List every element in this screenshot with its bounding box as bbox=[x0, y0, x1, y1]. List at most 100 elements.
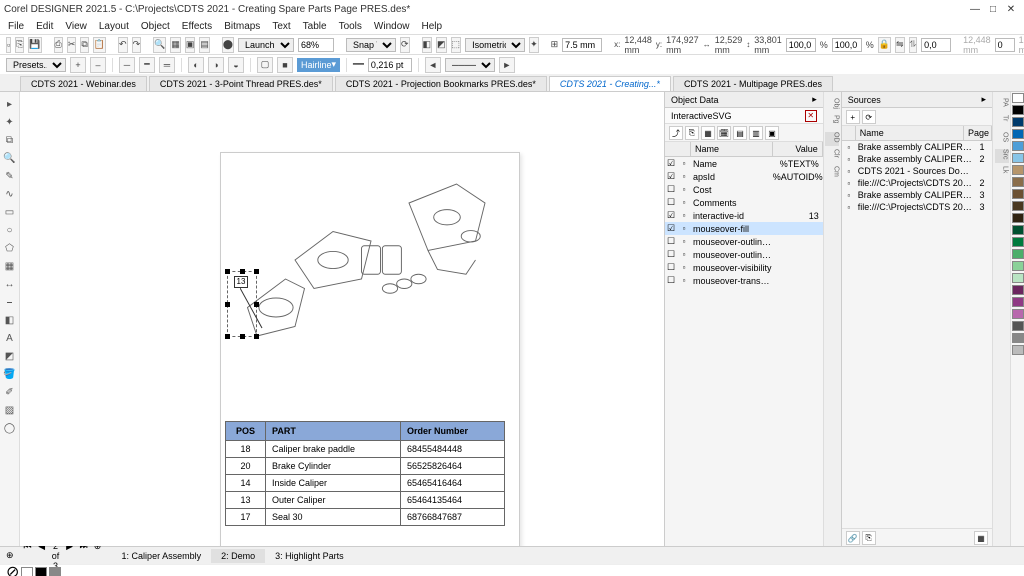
color-swatch[interactable] bbox=[1012, 201, 1024, 211]
panel-close-icon[interactable]: ▸ bbox=[981, 94, 986, 105]
color-swatch[interactable] bbox=[1012, 285, 1024, 295]
line-style-2-icon[interactable]: ━ bbox=[139, 57, 155, 73]
menu-bitmaps[interactable]: Bitmaps bbox=[224, 21, 260, 32]
checkbox[interactable]: ☑ bbox=[665, 158, 677, 169]
color-swatch[interactable] bbox=[1012, 177, 1024, 187]
dimension-tool-icon[interactable]: ↔ bbox=[2, 276, 18, 292]
od-tool-2-icon[interactable]: ⎘ bbox=[685, 126, 699, 140]
menu-help[interactable]: Help bbox=[422, 21, 443, 32]
menu-object[interactable]: Object bbox=[141, 21, 170, 32]
od-tool-7-icon[interactable]: ▣ bbox=[765, 126, 779, 140]
color-swatch[interactable] bbox=[1012, 297, 1024, 307]
zoom-input[interactable] bbox=[298, 38, 334, 52]
undo-icon[interactable]: ↶ bbox=[118, 37, 128, 53]
clear-data-icon[interactable]: ✕ bbox=[805, 110, 817, 122]
document-tab[interactable]: CDTS 2021 - 3-Point Thread PRES.des* bbox=[149, 76, 333, 91]
maximize-button[interactable]: □ bbox=[984, 4, 1002, 15]
checkbox[interactable]: ☐ bbox=[665, 275, 677, 286]
lock-icon[interactable]: 🔒 bbox=[878, 37, 891, 53]
hairline-dropdown[interactable]: Hairline ▾ bbox=[297, 58, 340, 72]
color-swatch[interactable] bbox=[35, 567, 47, 576]
document-tab[interactable]: CDTS 2021 - Webinar.des bbox=[20, 76, 147, 91]
add-page-icon[interactable]: ⊕ bbox=[6, 550, 14, 561]
color-swatch[interactable] bbox=[49, 567, 61, 576]
table-row[interactable]: 18Caliper brake paddle68455484448 bbox=[226, 441, 505, 458]
record-icon[interactable]: ⬤ bbox=[222, 37, 234, 53]
src-add-icon[interactable]: + bbox=[846, 110, 860, 124]
copy-icon[interactable]: ⧉ bbox=[80, 37, 88, 53]
table-row[interactable]: 14Inside Caliper65465416464 bbox=[226, 475, 505, 492]
menu-table[interactable]: Table bbox=[303, 21, 327, 32]
checkbox[interactable]: ☐ bbox=[665, 236, 677, 247]
cube-icon[interactable]: ⬚ bbox=[451, 37, 462, 53]
source-row[interactable]: ▫ file:///C:\Projects\CDTS 2021 - Crea..… bbox=[842, 201, 992, 213]
crop-tool-icon[interactable]: ⧉ bbox=[2, 132, 18, 148]
del-preset-icon[interactable]: – bbox=[90, 57, 106, 73]
color-swatch[interactable] bbox=[1012, 213, 1024, 223]
color-swatch[interactable] bbox=[1012, 117, 1024, 127]
line-style-3-icon[interactable]: ═ bbox=[159, 57, 175, 73]
search-icon[interactable]: 🔍 bbox=[153, 37, 166, 53]
color-swatch[interactable] bbox=[1012, 309, 1024, 319]
src-opt-icon[interactable]: ▦ bbox=[974, 531, 988, 545]
arrow-start-icon[interactable]: ◄ bbox=[425, 57, 441, 73]
polygon-tool-icon[interactable]: ⬠ bbox=[2, 240, 18, 256]
docker-objects[interactable]: Obj bbox=[825, 98, 839, 112]
document-tab[interactable]: CDTS 2021 - Creating...* bbox=[549, 76, 671, 91]
launch-dropdown[interactable]: Launch bbox=[238, 38, 294, 52]
axis-icon[interactable]: ✦ bbox=[529, 37, 539, 53]
fill-tool-icon[interactable]: 🪣 bbox=[2, 366, 18, 382]
flip-h-icon[interactable]: ⇋ bbox=[895, 37, 905, 53]
projected-tool-icon[interactable]: ◩ bbox=[2, 348, 18, 364]
proj-icon[interactable]: ◩ bbox=[436, 37, 447, 53]
od-tool-5-icon[interactable]: ▤ bbox=[733, 126, 747, 140]
menu-edit[interactable]: Edit bbox=[36, 21, 53, 32]
angle-input[interactable] bbox=[921, 38, 951, 52]
minimize-button[interactable]: — bbox=[966, 4, 984, 15]
document-tab[interactable]: CDTS 2021 - Multipage PRES.des bbox=[673, 76, 833, 91]
checkbox[interactable]: ☑ bbox=[665, 171, 677, 182]
close-button[interactable]: ✕ bbox=[1002, 4, 1020, 15]
curve-tool-icon[interactable]: ∿ bbox=[2, 186, 18, 202]
menu-view[interactable]: View bbox=[65, 21, 87, 32]
ellipse-tool-icon[interactable]: ○ bbox=[2, 222, 18, 238]
object-data-row[interactable]: ☐ ▫ mouseover-outline-color bbox=[665, 235, 823, 248]
docker-comments[interactable]: Cm bbox=[825, 166, 839, 180]
page-tab[interactable]: 3: Highlight Parts bbox=[265, 549, 354, 563]
docker-links[interactable]: Lk bbox=[995, 166, 1009, 180]
canvas[interactable]: 13 POSPARTOrder Number 18Caliper brake p… bbox=[20, 92, 664, 546]
field-value[interactable]: %TEXT% bbox=[773, 159, 823, 169]
new-icon[interactable]: ▫ bbox=[6, 37, 11, 53]
color-swatch[interactable] bbox=[1012, 153, 1024, 163]
docker-sources[interactable]: Src bbox=[995, 149, 1009, 163]
connector-tool-icon[interactable]: ⎯ bbox=[2, 294, 18, 310]
src-link-icon[interactable]: 🔗 bbox=[846, 531, 860, 545]
flip-v-icon[interactable]: ⥮ bbox=[909, 37, 918, 53]
color-swatch[interactable] bbox=[1012, 225, 1024, 235]
checkbox[interactable]: ☑ bbox=[665, 223, 677, 234]
redo-icon[interactable]: ↷ bbox=[132, 37, 142, 53]
paste-icon[interactable]: 📋 bbox=[93, 37, 106, 53]
text-tool-icon[interactable]: A bbox=[2, 330, 18, 346]
object-data-row[interactable]: ☐ ▫ mouseover-outline-width bbox=[665, 248, 823, 261]
snap-dropdown[interactable]: Snap To bbox=[346, 38, 396, 52]
shape-tool-icon[interactable]: ✦ bbox=[2, 114, 18, 130]
source-row[interactable]: ▫ Brake assembly CALIPER LIST.xls 1 bbox=[842, 141, 992, 153]
presets-dropdown[interactable]: Presets... bbox=[6, 58, 66, 72]
checkbox[interactable]: ☐ bbox=[665, 184, 677, 195]
color-swatch[interactable] bbox=[1012, 249, 1024, 259]
tool-c-icon[interactable]: ▤ bbox=[199, 37, 210, 53]
checkbox[interactable]: ☑ bbox=[665, 210, 677, 221]
fill-solid-icon[interactable]: ■ bbox=[277, 57, 293, 73]
od-tool-1-icon[interactable]: ⤴ bbox=[669, 126, 683, 140]
color-swatch[interactable] bbox=[1012, 141, 1024, 151]
source-row[interactable]: ▫ Brake assembly CALIPER LIST.xls 2 bbox=[842, 153, 992, 165]
color-swatch[interactable] bbox=[1012, 273, 1024, 283]
transparency-tool-icon[interactable]: ▨ bbox=[2, 402, 18, 418]
source-row[interactable]: ▫ Brake assembly CALIPER LIST.xls 3 bbox=[842, 189, 992, 201]
src-embed-icon[interactable]: ⎘ bbox=[862, 531, 876, 545]
panel-close-icon[interactable]: ▸ bbox=[812, 94, 817, 105]
selection-handles[interactable]: 13 bbox=[227, 271, 257, 337]
docker-object-styles[interactable]: OS bbox=[995, 132, 1009, 146]
sources-grid[interactable]: ▫ Brake assembly CALIPER LIST.xls 1▫ Bra… bbox=[842, 141, 992, 335]
